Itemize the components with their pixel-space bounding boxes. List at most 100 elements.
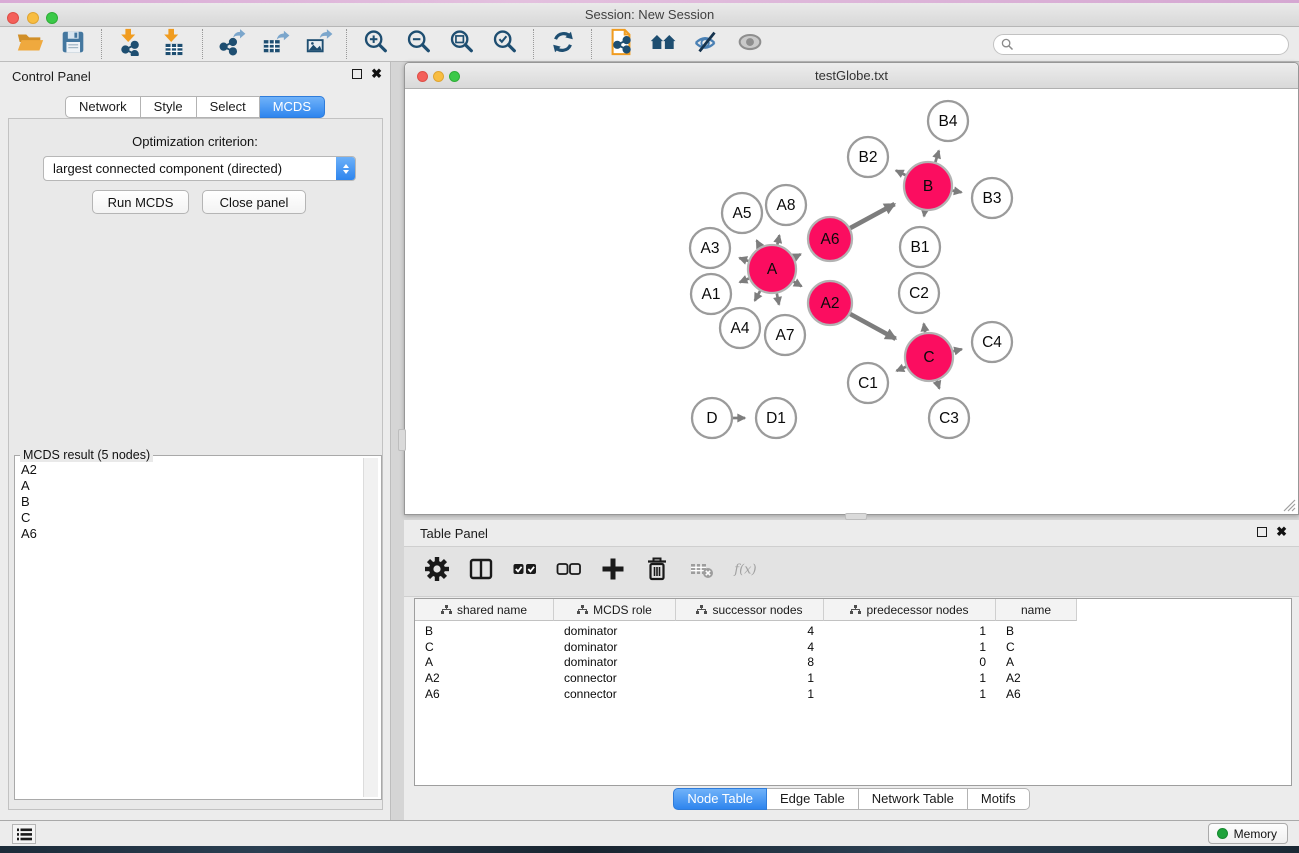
import-table-from-file-button[interactable] [152, 29, 195, 60]
edge-B-B1[interactable] [924, 211, 925, 216]
task-history-button[interactable] [12, 824, 36, 844]
node-A5[interactable]: A5 [722, 193, 762, 233]
window-minimize-button[interactable] [27, 12, 39, 24]
network-canvas[interactable]: AA6A2BCA5A8A3A1A4A7B2B4B3B1C2C4C1C3DD1 [405, 89, 1298, 514]
tab-network[interactable]: Network [65, 96, 141, 118]
create-new-column-button[interactable] [594, 554, 632, 590]
close-panel-icon[interactable]: ✖ [371, 68, 382, 80]
edge-A-A6[interactable] [794, 254, 800, 257]
node-B3[interactable]: B3 [972, 178, 1012, 218]
network-window-titlebar[interactable]: testGlobe.txt [405, 63, 1298, 89]
edge-A-A2[interactable] [794, 282, 802, 287]
table-row[interactable]: A6connector11A6 [415, 686, 1291, 702]
select-all-columns-button[interactable] [506, 554, 544, 590]
edge-C-C3[interactable] [937, 381, 940, 389]
apply-preferred-layout-button[interactable] [541, 29, 584, 60]
column-header-name[interactable]: name [996, 599, 1077, 621]
node-A2[interactable]: A2 [808, 281, 852, 325]
tab-mcds[interactable]: MCDS [260, 96, 325, 118]
network-close-button[interactable] [417, 71, 428, 82]
edge-A-A5[interactable] [757, 240, 761, 247]
zoom-in-button[interactable] [354, 29, 397, 60]
node-table[interactable]: shared nameMCDS rolesuccessor nodesprede… [414, 598, 1292, 786]
edge-C-C1[interactable] [897, 367, 906, 371]
edge-A2-C[interactable] [850, 314, 895, 339]
tab-motifs[interactable]: Motifs [968, 788, 1030, 810]
zoom-fit-content-button[interactable] [440, 29, 483, 60]
column-header-predecessor-nodes[interactable]: predecessor nodes [824, 599, 996, 621]
column-header-successor-nodes[interactable]: successor nodes [676, 599, 824, 621]
edge-A-A3[interactable] [739, 258, 748, 261]
zoom-selected-region-button[interactable] [483, 29, 526, 60]
network-graph[interactable]: AA6A2BCA5A8A3A1A4A7B2B4B3B1C2C4C1C3DD1 [405, 89, 1298, 514]
node-A8[interactable]: A8 [766, 185, 806, 225]
first-neighbors-button[interactable] [642, 29, 685, 60]
tab-node-table[interactable]: Node Table [673, 788, 767, 810]
table-row[interactable]: Cdominator41C [415, 639, 1291, 655]
node-D[interactable]: D [692, 398, 732, 438]
node-A[interactable]: A [748, 245, 796, 293]
close-table-panel-icon[interactable]: ✖ [1276, 526, 1287, 538]
export-table-button[interactable] [253, 29, 296, 60]
export-image-button[interactable] [296, 29, 339, 60]
node-C4[interactable]: C4 [972, 322, 1012, 362]
new-network-from-selection-button[interactable] [599, 29, 642, 60]
resize-grip-icon[interactable] [1283, 499, 1296, 512]
node-C2[interactable]: C2 [899, 273, 939, 313]
tab-network-table[interactable]: Network Table [859, 788, 968, 810]
edge-A-A8[interactable] [777, 235, 779, 244]
edge-A-A1[interactable] [740, 278, 749, 282]
mcds-result-item[interactable]: A2 [21, 462, 359, 478]
edge-A-A7[interactable] [777, 294, 779, 305]
window-close-button[interactable] [7, 12, 19, 24]
mcds-result-item[interactable]: B [21, 494, 359, 510]
import-network-from-file-button[interactable] [109, 29, 152, 60]
float-table-panel-icon[interactable] [1257, 527, 1267, 537]
result-scrollbar[interactable] [363, 458, 378, 797]
hide-graphics-details-button[interactable] [685, 29, 728, 60]
edge-B-B4[interactable] [935, 151, 939, 162]
edge-A-A4[interactable] [755, 291, 760, 301]
node-C1[interactable]: C1 [848, 363, 888, 403]
open-session-button[interactable] [8, 29, 51, 60]
delete-columns-button[interactable] [638, 554, 676, 590]
window-zoom-button[interactable] [46, 12, 58, 24]
table-row[interactable]: Adominator80A [415, 654, 1291, 670]
node-C3[interactable]: C3 [929, 398, 969, 438]
node-C[interactable]: C [905, 333, 953, 381]
edge-A6-B[interactable] [850, 204, 894, 228]
table-row[interactable]: A2connector11A2 [415, 670, 1291, 686]
table-row[interactable]: Bdominator41B [415, 623, 1291, 639]
desktop-vscroll-indicator[interactable] [398, 429, 406, 451]
edge-B-B2[interactable] [896, 170, 906, 175]
close-panel-button[interactable]: Close panel [202, 190, 306, 214]
network-maximize-button[interactable] [449, 71, 460, 82]
tab-select[interactable]: Select [197, 96, 260, 118]
tab-style[interactable]: Style [141, 96, 197, 118]
export-network-button[interactable] [210, 29, 253, 60]
float-panel-icon[interactable] [352, 69, 362, 79]
show-graphics-details-button[interactable] [728, 29, 771, 60]
column-header-mcds-role[interactable]: MCDS role [554, 599, 676, 621]
mcds-result-item[interactable]: A [21, 478, 359, 494]
deselect-all-columns-button[interactable] [550, 554, 588, 590]
mcds-result-item[interactable]: C [21, 510, 359, 526]
mcds-result-item[interactable]: A6 [21, 526, 359, 542]
node-A4[interactable]: A4 [720, 308, 760, 348]
edge-C-C4[interactable] [953, 349, 962, 351]
table-options-button[interactable] [418, 554, 456, 590]
edge-C-C2[interactable] [924, 324, 925, 333]
node-B1[interactable]: B1 [900, 227, 940, 267]
column-header-shared-name[interactable]: shared name [415, 599, 554, 621]
node-A7[interactable]: A7 [765, 315, 805, 355]
save-session-button[interactable] [51, 29, 94, 60]
tab-edge-table[interactable]: Edge Table [767, 788, 859, 810]
node-A3[interactable]: A3 [690, 228, 730, 268]
show-column-button[interactable] [462, 554, 500, 590]
edge-B-B3[interactable] [953, 191, 962, 193]
search-input[interactable] [993, 34, 1289, 55]
node-B4[interactable]: B4 [928, 101, 968, 141]
mcds-result-list[interactable]: A2ABCA6 [21, 462, 359, 795]
network-minimize-button[interactable] [433, 71, 444, 82]
node-B2[interactable]: B2 [848, 137, 888, 177]
